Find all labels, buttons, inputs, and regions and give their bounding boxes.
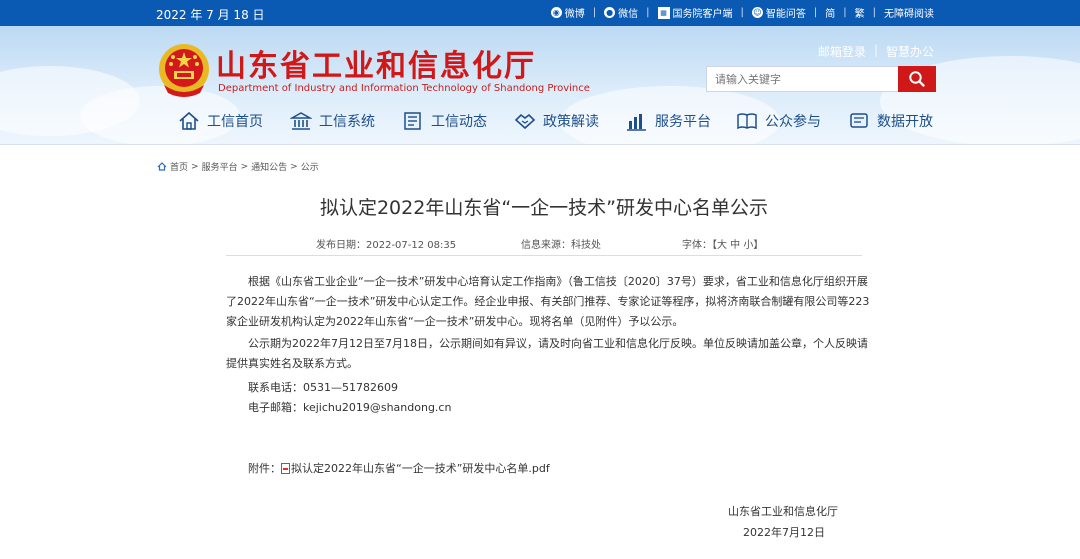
info-source: 信息来源：科技处 <box>521 240 601 251</box>
search-box <box>706 66 936 92</box>
weibo-label: 微博 <box>564 9 585 20</box>
article-paragraph: 根据《山东省工业企业“一企一技术”研发中心培育认定工作指南》（鲁工信技〔2020… <box>226 275 870 328</box>
traditional-label: 繁 <box>854 9 865 20</box>
nav-label: 公众参与 <box>765 114 821 130</box>
nav-label: 工信系统 <box>319 114 375 130</box>
attachment-link[interactable]: 拟认定2022年山东省“一企一技术”研发中心名单.pdf <box>291 460 550 476</box>
nav-label: 服务平台 <box>655 114 711 130</box>
data-icon <box>850 113 868 128</box>
national-emblem-icon <box>159 44 209 97</box>
simplified-link[interactable]: 简 <box>825 5 835 20</box>
nav-label: 政策解读 <box>543 114 599 130</box>
contact-email: 电子邮箱：kejichu2019@shandong.cn <box>248 401 452 414</box>
pdf-icon <box>281 462 290 474</box>
wechat-link[interactable]: ● 微信 <box>604 5 638 20</box>
home-icon <box>157 162 167 171</box>
divider: | <box>592 7 597 18</box>
gov-client-link[interactable]: ▦ 国务院客户端 <box>657 5 733 20</box>
search-button[interactable] <box>898 66 936 92</box>
search-input[interactable] <box>706 66 898 92</box>
nav-item-data[interactable]: 数据开放 <box>848 110 948 132</box>
nav-item-news[interactable]: 工信动态 <box>402 110 514 132</box>
platform-icon <box>627 114 646 131</box>
weibo-link[interactable]: ◉ 微博 <box>550 5 585 20</box>
nav-item-system[interactable]: 工信系统 <box>290 110 402 132</box>
nav-item-home[interactable]: 工信首页 <box>178 110 290 132</box>
handshake-icon <box>514 113 536 130</box>
site-subtitle: Department of Industry and Information T… <box>218 83 590 94</box>
building-icon <box>290 112 312 130</box>
nav-label: 工信动态 <box>431 114 487 130</box>
weibo-icon: ◉ <box>550 7 562 18</box>
contact-phone: 联系电话：0531—51782609 <box>248 381 398 394</box>
breadcrumb-separator: > <box>191 161 199 172</box>
nav-item-platform[interactable]: 服务平台 <box>626 110 736 132</box>
home-icon <box>179 111 199 130</box>
robot-icon: ☺ <box>751 7 763 18</box>
divider: | <box>813 7 818 18</box>
font-size-control[interactable]: 字体：【大 中 小】 <box>682 236 763 251</box>
accessibility-link[interactable]: 无障碍阅读 <box>884 5 934 20</box>
gov-client-icon: ▦ <box>657 6 670 19</box>
breadcrumb-publicity[interactable]: 公示 <box>301 160 319 173</box>
breadcrumb-separator: > <box>290 161 298 172</box>
news-icon <box>404 112 421 130</box>
breadcrumb-separator: > <box>240 161 249 172</box>
main-nav: 工信首页 工信系统 工信动态 政策解读 服务平台 公众参与 数据开放 <box>178 110 948 132</box>
breadcrumb-notice[interactable]: 通知公告 <box>251 160 287 173</box>
divider: | <box>873 43 878 57</box>
gov-client-label: 国务院客户端 <box>672 9 733 20</box>
divider: | <box>843 7 847 18</box>
signature-org: 山东省工业和信息化厅 <box>728 505 838 518</box>
book-icon <box>737 113 757 130</box>
divider: | <box>646 7 650 18</box>
header-utility-links: 邮箱登录 | 智慧办公 <box>818 43 934 60</box>
top-bar: 2022 年 7 月 18 日 ◉ 微博 | ● 微信 | ▦ 国务院客户端 | ☺ 智… <box>0 0 1080 26</box>
mail-login-link[interactable]: 邮箱登录 <box>818 43 866 60</box>
nav-label: 工信首页 <box>207 114 263 130</box>
header-divider <box>0 144 1080 145</box>
nav-label: 数据开放 <box>877 114 933 130</box>
site-header: 山东省工业和信息化厅 Department of Industry and In… <box>0 26 1080 144</box>
article-title: 拟认定2022年山东省“一企一技术”研发中心名单公示 <box>319 197 769 219</box>
breadcrumb: 首页 > 服务平台 > 通知公告 > 公示 <box>157 160 319 173</box>
nav-item-policy[interactable]: 政策解读 <box>514 110 626 132</box>
breadcrumb-service[interactable]: 服务平台 <box>202 160 238 173</box>
site-title: 山东省工业和信息化厅 <box>216 49 536 84</box>
smart-qa-label: 智能问答 <box>765 9 806 20</box>
simplified-label: 简 <box>825 9 836 20</box>
nav-item-public[interactable]: 公众参与 <box>736 110 848 132</box>
wechat-icon: ● <box>604 7 616 18</box>
meta-divider <box>226 255 862 256</box>
attachment-label: 附件： <box>248 462 281 475</box>
current-date: 2022 年 7 月 18 日 <box>156 8 265 22</box>
article-paragraph: 公示期为2022年7月12日至7月18日，公示期间如有异议，请及时向省工业和信息… <box>226 337 868 370</box>
divider: | <box>740 7 744 18</box>
publish-date: 发布日期：2022-07-12 08:35 <box>316 240 457 251</box>
attachment: 附件： 拟认定2022年山东省“一企一技术”研发中心名单.pdf <box>248 460 550 476</box>
traditional-link[interactable]: 繁 <box>855 5 865 20</box>
breadcrumb-home[interactable]: 首页 <box>170 160 188 173</box>
signature-date: 2022年7月12日 <box>743 526 825 539</box>
smart-office-link[interactable]: 智慧办公 <box>886 43 934 60</box>
search-icon <box>909 71 925 87</box>
accessibility-label: 无障碍阅读 <box>884 9 934 20</box>
smart-qa-link[interactable]: ☺ 智能问答 <box>751 5 806 20</box>
wechat-label: 微信 <box>618 9 639 20</box>
top-links: ◉ 微博 | ● 微信 | ▦ 国务院客户端 | ☺ 智能问答 | 简 | 繁 | 无障… <box>550 5 934 20</box>
divider: | <box>872 7 876 18</box>
